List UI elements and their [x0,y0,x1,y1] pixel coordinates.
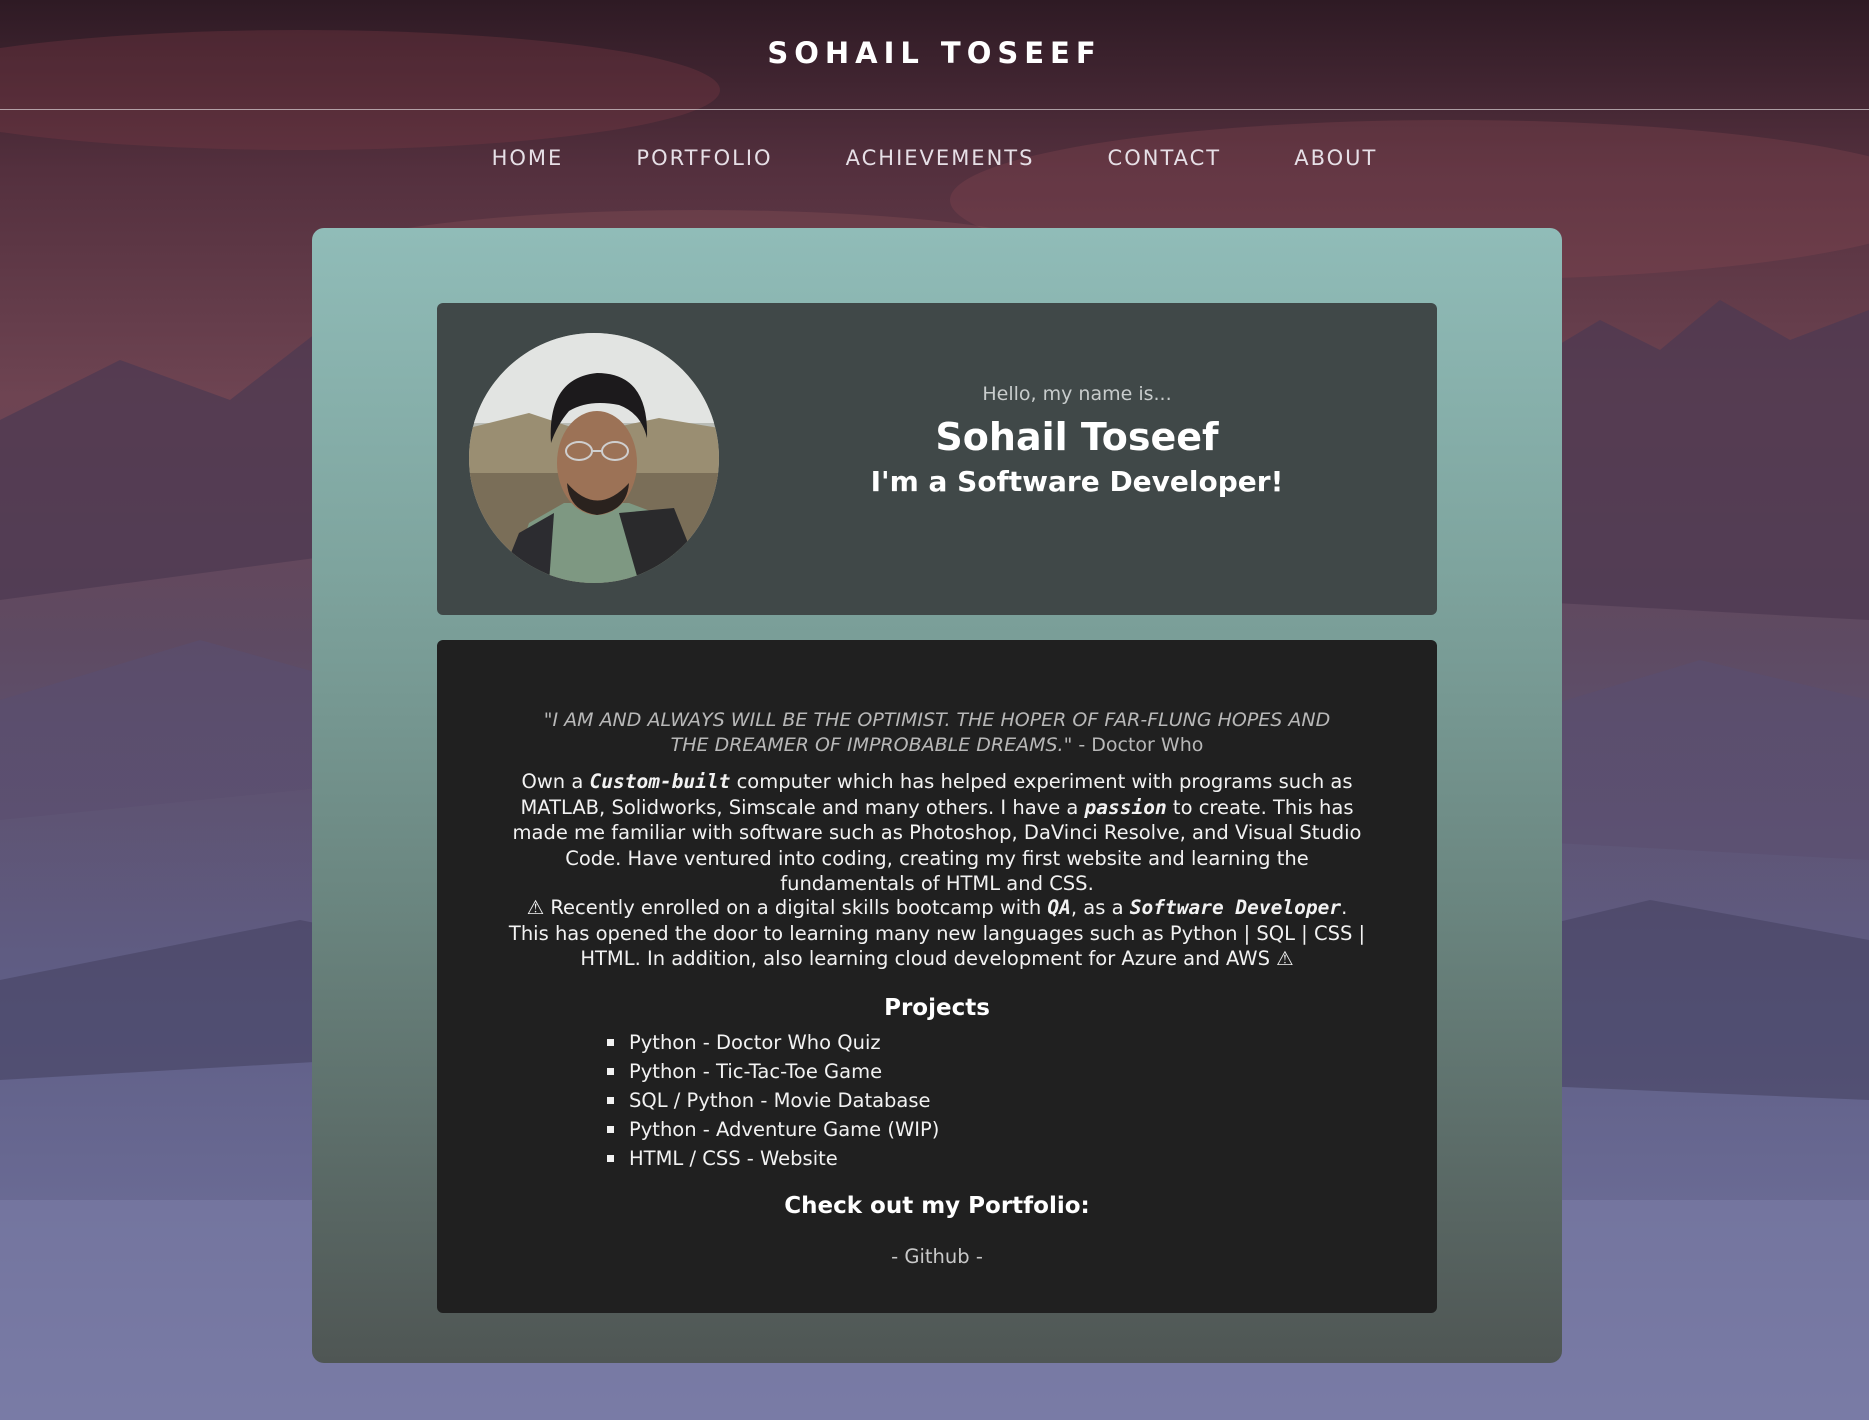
project-label: Python - Tic-Tac-Toe Game [629,1060,883,1083]
quote-author: - Doctor Who [1072,734,1204,756]
project-label: HTML / CSS - Website [629,1147,838,1170]
intro-text-block: Hello, my name is... Sohail Toseef I'm a… [737,383,1417,498]
bio-emphasis: Software Developer [1129,896,1342,919]
bio-text: Own a [521,770,590,793]
bio-paragraph-2: ⚠ Recently enrolled on a digital skills … [507,895,1367,972]
bio-paragraph-1: Own a Custom-built computer which has he… [507,769,1367,897]
site-header: SOHAIL TOSEEF [0,0,1869,110]
quote-block: "I am and always will be the optimist. T… [537,708,1337,758]
project-label: SQL / Python - Movie Database [629,1089,931,1112]
bio-text: , as a [1070,896,1130,919]
nav-portfolio-link[interactable]: PORTFOLIO [636,146,772,170]
site-title: SOHAIL TOSEEF [767,36,1102,70]
bio-text: Recently enrolled on a digital skills bo… [544,896,1048,919]
nav-home-link[interactable]: HOME [492,146,564,170]
list-item: HTML / CSS - Website [607,1144,939,1173]
person-name: Sohail Toseef [935,415,1219,459]
profile-avatar [469,333,719,583]
main-nav: HOME PORTFOLIO ACHIEVEMENTS CONTACT ABOU… [0,146,1869,170]
bio-emphasis: passion [1084,795,1167,819]
bio-emphasis: QA [1047,896,1071,919]
bullet-icon [607,1097,614,1104]
person-role: I'm a Software Developer! [870,465,1284,498]
list-item: Python - Tic-Tac-Toe Game [607,1057,939,1086]
greeting-text: Hello, my name is... [982,383,1172,405]
nav-achievements-link[interactable]: ACHIEVEMENTS [846,146,1035,170]
intro-section: Hello, my name is... Sohail Toseef I'm a… [437,303,1437,615]
project-label: Python - Adventure Game (WIP) [629,1118,940,1141]
main-content-card: Hello, my name is... Sohail Toseef I'm a… [312,228,1562,1363]
profile-photo-icon [469,333,719,583]
bullet-icon [607,1126,614,1133]
bullet-icon [607,1039,614,1046]
list-item: Python - Adventure Game (WIP) [607,1115,939,1144]
warning-icon: ⚠ [526,896,545,919]
list-item: Python - Doctor Who Quiz [607,1028,939,1057]
projects-heading: Projects [884,995,990,1021]
portfolio-heading: Check out my Portfolio: [784,1193,1090,1219]
nav-contact-link[interactable]: CONTACT [1108,146,1222,170]
bio-emphasis: Custom-built [589,770,731,793]
bullet-icon [607,1068,614,1075]
projects-list: Python - Doctor Who Quiz Python - Tic-Ta… [607,1028,939,1173]
warning-icon: ⚠ [1276,947,1294,970]
project-label: Python - Doctor Who Quiz [629,1031,881,1054]
list-item: SQL / Python - Movie Database [607,1086,939,1115]
quote-text: "I am and always will be the optimist. T… [543,709,1331,756]
github-link[interactable]: - Github - [437,1245,1437,1268]
bullet-icon [607,1155,614,1162]
nav-about-link[interactable]: ABOUT [1294,146,1377,170]
about-section: "I am and always will be the optimist. T… [437,640,1437,1313]
